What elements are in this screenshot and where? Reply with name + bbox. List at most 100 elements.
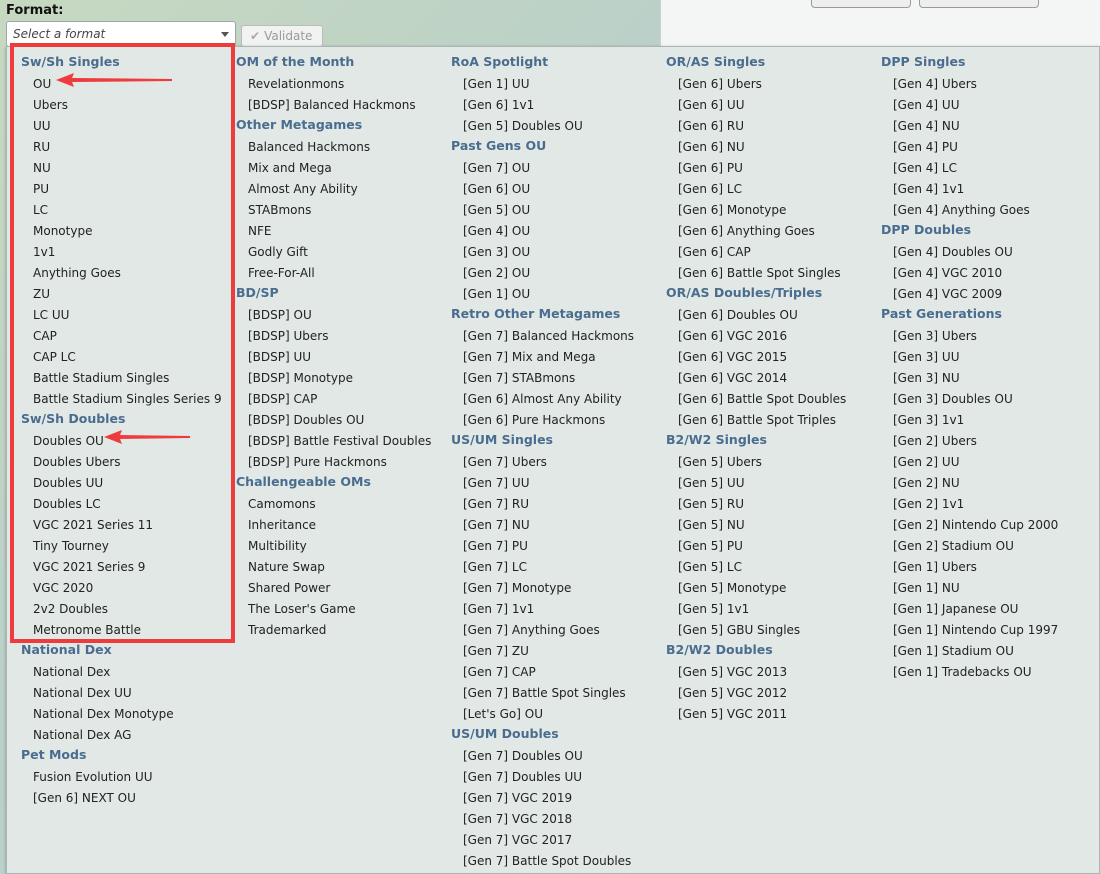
- format-option[interactable]: [Gen 5] OU: [451, 200, 666, 221]
- validate-button[interactable]: ✔ Validate: [241, 25, 323, 47]
- format-option[interactable]: [Gen 3] Doubles OU: [881, 389, 1096, 410]
- format-option[interactable]: Fusion Evolution UU: [21, 767, 236, 788]
- format-option[interactable]: [Gen 5] Monotype: [666, 578, 881, 599]
- format-option[interactable]: [Gen 3] Ubers: [881, 326, 1096, 347]
- format-option[interactable]: [Gen 7] LC: [451, 557, 666, 578]
- format-option[interactable]: [Gen 4] VGC 2009: [881, 284, 1096, 305]
- format-option[interactable]: STABmons: [236, 200, 451, 221]
- format-option[interactable]: [Gen 5] GBU Singles: [666, 620, 881, 641]
- format-option[interactable]: Revelationmons: [236, 74, 451, 95]
- format-option[interactable]: [BDSP] UU: [236, 347, 451, 368]
- format-option[interactable]: [Gen 1] UU: [451, 74, 666, 95]
- format-option[interactable]: [Gen 6] VGC 2015: [666, 347, 881, 368]
- format-option[interactable]: [Gen 7] Doubles OU: [451, 746, 666, 767]
- format-option[interactable]: [Gen 1] Japanese OU: [881, 599, 1096, 620]
- format-option[interactable]: NFE: [236, 221, 451, 242]
- format-option[interactable]: [Gen 1] Ubers: [881, 557, 1096, 578]
- format-option[interactable]: [Gen 6] CAP: [666, 242, 881, 263]
- format-option[interactable]: Trademarked: [236, 620, 451, 641]
- format-option[interactable]: [Gen 7] RU: [451, 494, 666, 515]
- format-option[interactable]: [Gen 7] OU: [451, 158, 666, 179]
- format-option[interactable]: [BDSP] Balanced Hackmons: [236, 95, 451, 116]
- format-option[interactable]: [Gen 7] Doubles UU: [451, 767, 666, 788]
- format-option[interactable]: [Gen 6] Battle Spot Singles: [666, 263, 881, 284]
- format-option[interactable]: [Gen 4] PU: [881, 137, 1096, 158]
- format-option[interactable]: [Gen 5] 1v1: [666, 599, 881, 620]
- format-option[interactable]: [Gen 2] 1v1: [881, 494, 1096, 515]
- format-option[interactable]: [Gen 6] RU: [666, 116, 881, 137]
- format-option[interactable]: National Dex UU: [21, 683, 236, 704]
- format-option[interactable]: [Gen 5] PU: [666, 536, 881, 557]
- format-option[interactable]: [Gen 4] 1v1: [881, 179, 1096, 200]
- format-option[interactable]: [Gen 2] OU: [451, 263, 666, 284]
- format-option[interactable]: [BDSP] CAP: [236, 389, 451, 410]
- format-option[interactable]: [Gen 1] Tradebacks OU: [881, 662, 1096, 683]
- format-option[interactable]: [Gen 6] Battle Spot Doubles: [666, 389, 881, 410]
- format-option[interactable]: [Gen 1] Nintendo Cup 1997: [881, 620, 1096, 641]
- format-option[interactable]: [Gen 6] UU: [666, 95, 881, 116]
- format-option[interactable]: [Gen 4] UU: [881, 95, 1096, 116]
- format-option[interactable]: Inheritance: [236, 515, 451, 536]
- format-option[interactable]: [Gen 7] VGC 2019: [451, 788, 666, 809]
- format-option[interactable]: [BDSP] Ubers: [236, 326, 451, 347]
- format-option[interactable]: [Gen 7] VGC 2018: [451, 809, 666, 830]
- format-option[interactable]: [Gen 7] 1v1: [451, 599, 666, 620]
- format-option[interactable]: [BDSP] Doubles OU: [236, 410, 451, 431]
- format-option[interactable]: [Gen 6] Ubers: [666, 74, 881, 95]
- format-option[interactable]: [Gen 4] VGC 2010: [881, 263, 1096, 284]
- format-option[interactable]: [BDSP] OU: [236, 305, 451, 326]
- format-option[interactable]: Camomons: [236, 494, 451, 515]
- format-option[interactable]: Almost Any Ability: [236, 179, 451, 200]
- format-option[interactable]: [Gen 7] Ubers: [451, 452, 666, 473]
- format-option[interactable]: [Gen 4] Anything Goes: [881, 200, 1096, 221]
- format-option[interactable]: [Gen 2] Nintendo Cup 2000: [881, 515, 1096, 536]
- format-option[interactable]: [Gen 7] Battle Spot Singles: [451, 683, 666, 704]
- format-option[interactable]: [Gen 7] Monotype: [451, 578, 666, 599]
- format-option[interactable]: [Gen 5] Doubles OU: [451, 116, 666, 137]
- format-option[interactable]: [Gen 7] Mix and Mega: [451, 347, 666, 368]
- format-option[interactable]: [Gen 2] Stadium OU: [881, 536, 1096, 557]
- format-option[interactable]: [Gen 1] OU: [451, 284, 666, 305]
- format-option[interactable]: [Gen 7] NU: [451, 515, 666, 536]
- format-option[interactable]: [Gen 6] LC: [666, 179, 881, 200]
- format-option[interactable]: [Gen 5] VGC 2011: [666, 704, 881, 725]
- format-option[interactable]: [Gen 2] Ubers: [881, 431, 1096, 452]
- format-option[interactable]: [Gen 2] UU: [881, 452, 1096, 473]
- format-option[interactable]: [Gen 6] Battle Spot Triples: [666, 410, 881, 431]
- format-option[interactable]: [Gen 6] Almost Any Ability: [451, 389, 666, 410]
- format-option[interactable]: National Dex AG: [21, 725, 236, 746]
- format-option[interactable]: [Gen 7] Balanced Hackmons: [451, 326, 666, 347]
- format-option[interactable]: The Loser's Game: [236, 599, 451, 620]
- format-option[interactable]: [BDSP] Battle Festival Doubles: [236, 431, 451, 452]
- format-option[interactable]: [Gen 6] VGC 2016: [666, 326, 881, 347]
- format-option[interactable]: [Gen 2] NU: [881, 473, 1096, 494]
- format-option[interactable]: [Gen 6] VGC 2014: [666, 368, 881, 389]
- format-option[interactable]: [Gen 6] Monotype: [666, 200, 881, 221]
- format-option[interactable]: [Gen 4] Ubers: [881, 74, 1096, 95]
- format-option[interactable]: [Gen 7] PU: [451, 536, 666, 557]
- format-option[interactable]: [Gen 7] VGC 2017: [451, 830, 666, 851]
- format-option[interactable]: [Gen 7] CAP: [451, 662, 666, 683]
- format-option[interactable]: [Gen 6] Pure Hackmons: [451, 410, 666, 431]
- format-option[interactable]: [Gen 6] PU: [666, 158, 881, 179]
- format-option[interactable]: [Gen 7] STABmons: [451, 368, 666, 389]
- format-option[interactable]: Shared Power: [236, 578, 451, 599]
- format-option[interactable]: [Gen 6] Anything Goes: [666, 221, 881, 242]
- format-option[interactable]: [Gen 5] Ubers: [666, 452, 881, 473]
- format-option[interactable]: [Gen 4] NU: [881, 116, 1096, 137]
- format-option[interactable]: National Dex: [21, 662, 236, 683]
- format-option[interactable]: Nature Swap: [236, 557, 451, 578]
- format-option[interactable]: [Gen 5] VGC 2013: [666, 662, 881, 683]
- format-option[interactable]: [Gen 5] NU: [666, 515, 881, 536]
- format-option[interactable]: [Gen 6] 1v1: [451, 95, 666, 116]
- format-option[interactable]: [Gen 1] NU: [881, 578, 1096, 599]
- format-option[interactable]: Godly Gift: [236, 242, 451, 263]
- format-option[interactable]: [Gen 6] NU: [666, 137, 881, 158]
- format-option[interactable]: [Gen 1] Stadium OU: [881, 641, 1096, 662]
- format-option[interactable]: [BDSP] Monotype: [236, 368, 451, 389]
- format-option[interactable]: [Gen 4] Doubles OU: [881, 242, 1096, 263]
- format-option[interactable]: [BDSP] Pure Hackmons: [236, 452, 451, 473]
- format-option[interactable]: [Gen 4] LC: [881, 158, 1096, 179]
- format-option[interactable]: [Let's Go] OU: [451, 704, 666, 725]
- format-option[interactable]: [Gen 4] OU: [451, 221, 666, 242]
